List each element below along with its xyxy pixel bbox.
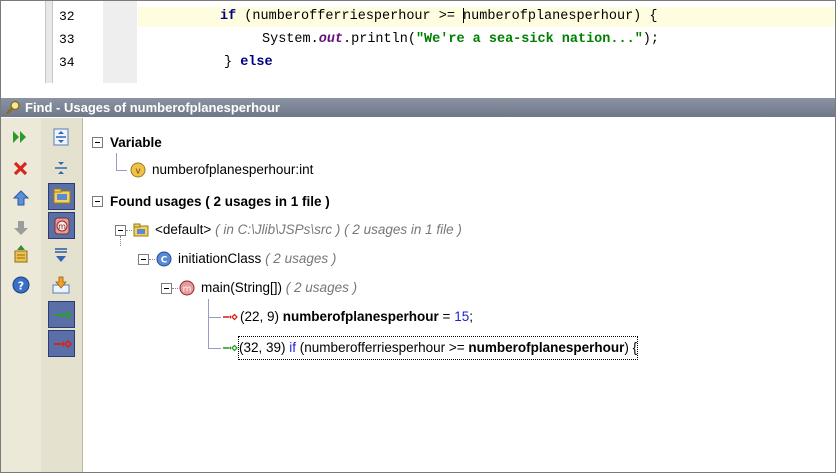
usage-operator: = (438, 309, 455, 324)
help-icon[interactable]: ? (8, 272, 34, 298)
show-read-access-icon[interactable] (48, 301, 75, 328)
svg-text:?: ? (18, 280, 24, 293)
method-icon: m (179, 280, 195, 296)
code-text: System. (262, 32, 319, 47)
find-panel-title-bar[interactable]: Find - Usages of numberofplanesperhour (1, 98, 835, 117)
code-line[interactable]: System.out.println("We're a sea-sick nat… (138, 30, 835, 50)
usage-number: 15 (454, 309, 470, 324)
package-node[interactable]: <default> ( in C:\Jlib\JSPs\src ) ( 2 us… (155, 219, 462, 241)
class-icon: C (156, 251, 172, 267)
collapse-all-icon[interactable] (48, 155, 74, 181)
tree-connector (149, 259, 155, 260)
usage-variable: numberofplanesperhour (282, 309, 439, 324)
package-name: <default> (155, 222, 212, 237)
collapse-toggle-icon[interactable] (92, 137, 103, 148)
usage-code: (numberofferriesperhour >= (296, 340, 469, 355)
code-line[interactable]: } else (138, 53, 835, 73)
group-by-class-icon[interactable]: m (48, 212, 75, 239)
code-field: out (318, 32, 344, 47)
collapse-toggle-icon[interactable] (115, 225, 126, 236)
class-detail: ( 2 usages ) (265, 251, 337, 266)
line-number: 32 (59, 9, 75, 24)
code-text: .println( (343, 32, 416, 47)
rerun-icon[interactable] (8, 124, 34, 150)
usage-position: (32, 39) (239, 340, 290, 355)
code-editor[interactable]: 32 33 34 if (numberofferriesperhour >= n… (1, 1, 835, 83)
usage-position: (22, 9) (240, 309, 283, 324)
tree-connector (208, 348, 221, 349)
class-node[interactable]: initiationClass ( 2 usages ) (178, 248, 336, 270)
editor-marker-gutter (103, 1, 137, 83)
method-detail: ( 2 usages ) (285, 280, 358, 295)
usage-end: ) { (624, 340, 638, 355)
collapse-toggle-icon[interactable] (92, 196, 103, 207)
line-number-gutter: 32 33 34 (53, 1, 104, 83)
code-keyword: else (240, 55, 273, 70)
tree-connector (126, 230, 132, 231)
package-folder-icon (133, 222, 149, 238)
code-text: numberofplanesperhour) { (463, 9, 658, 24)
package-detail: ( in C:\Jlib\JSPs\src ) ( 2 usages in 1 … (215, 222, 462, 237)
svg-text:m: m (58, 222, 66, 231)
read-access-icon (222, 340, 238, 356)
pin-icon[interactable] (8, 242, 34, 268)
write-access-icon (222, 309, 238, 325)
line-number: 34 (59, 55, 75, 70)
method-name: main(String[]) (201, 280, 283, 295)
tree-connector (208, 317, 221, 318)
code-text: ); (642, 32, 659, 47)
class-name: initiationClass (178, 251, 262, 266)
variable-item[interactable]: numberofplanesperhour:int (152, 159, 313, 181)
svg-text:m: m (183, 285, 192, 295)
variable-icon: v (130, 162, 146, 178)
usage-end: ; (469, 309, 473, 324)
svg-text:v: v (135, 167, 141, 177)
group-by-package-icon[interactable] (48, 183, 75, 210)
editor-fold-gutter (45, 1, 53, 83)
usage-item-selected[interactable]: (32, 39) if (numberofferriesperhour >= n… (237, 336, 639, 360)
tree-connector (208, 299, 209, 349)
usages-tree[interactable]: Variable v numberofplanesperhour:int Fou… (83, 118, 835, 472)
svg-text:C: C (161, 256, 168, 266)
code-text: (numberofferriesperhour >= (236, 9, 464, 24)
previous-occurrence-icon[interactable] (8, 186, 34, 212)
collapse-toggle-icon[interactable] (138, 254, 149, 265)
expand-all-icon[interactable] (48, 124, 74, 150)
found-usages-header[interactable]: Found usages ( 2 usages in 1 file ) (110, 191, 330, 213)
collapse-toggle-icon[interactable] (161, 283, 172, 294)
magnifier-icon (6, 100, 21, 115)
usage-variable: numberofplanesperhour (468, 340, 625, 355)
close-icon[interactable] (8, 155, 34, 181)
show-write-access-icon[interactable] (48, 330, 75, 357)
code-string: "We're a sea-sick nation..." (415, 32, 643, 47)
autoscroll-icon[interactable] (48, 242, 74, 268)
usage-item[interactable]: (22, 9) numberofplanesperhour = 15; (240, 306, 473, 328)
line-number: 33 (59, 32, 75, 47)
app-window: 32 33 34 if (numberofferriesperhour >= n… (0, 0, 836, 473)
editor-left-margin (1, 1, 45, 83)
code-keyword: if (220, 9, 237, 24)
tree-connector (172, 288, 178, 289)
variable-group-header[interactable]: Variable (110, 132, 162, 154)
find-toolbar-right: m (41, 118, 83, 472)
code-line[interactable]: if (numberofferriesperhour >= numberofpl… (138, 7, 835, 27)
method-node[interactable]: main(String[]) ( 2 usages ) (201, 277, 357, 299)
tree-connector (116, 153, 117, 170)
find-toolbar-left: ? (1, 118, 42, 472)
export-icon[interactable] (48, 272, 74, 298)
tree-connector (116, 170, 127, 171)
code-text: } (224, 55, 241, 70)
find-panel-title: Find - Usages of numberofplanesperhour (25, 100, 280, 115)
next-occurrence-icon[interactable] (8, 215, 34, 241)
tree-connector (120, 236, 121, 246)
